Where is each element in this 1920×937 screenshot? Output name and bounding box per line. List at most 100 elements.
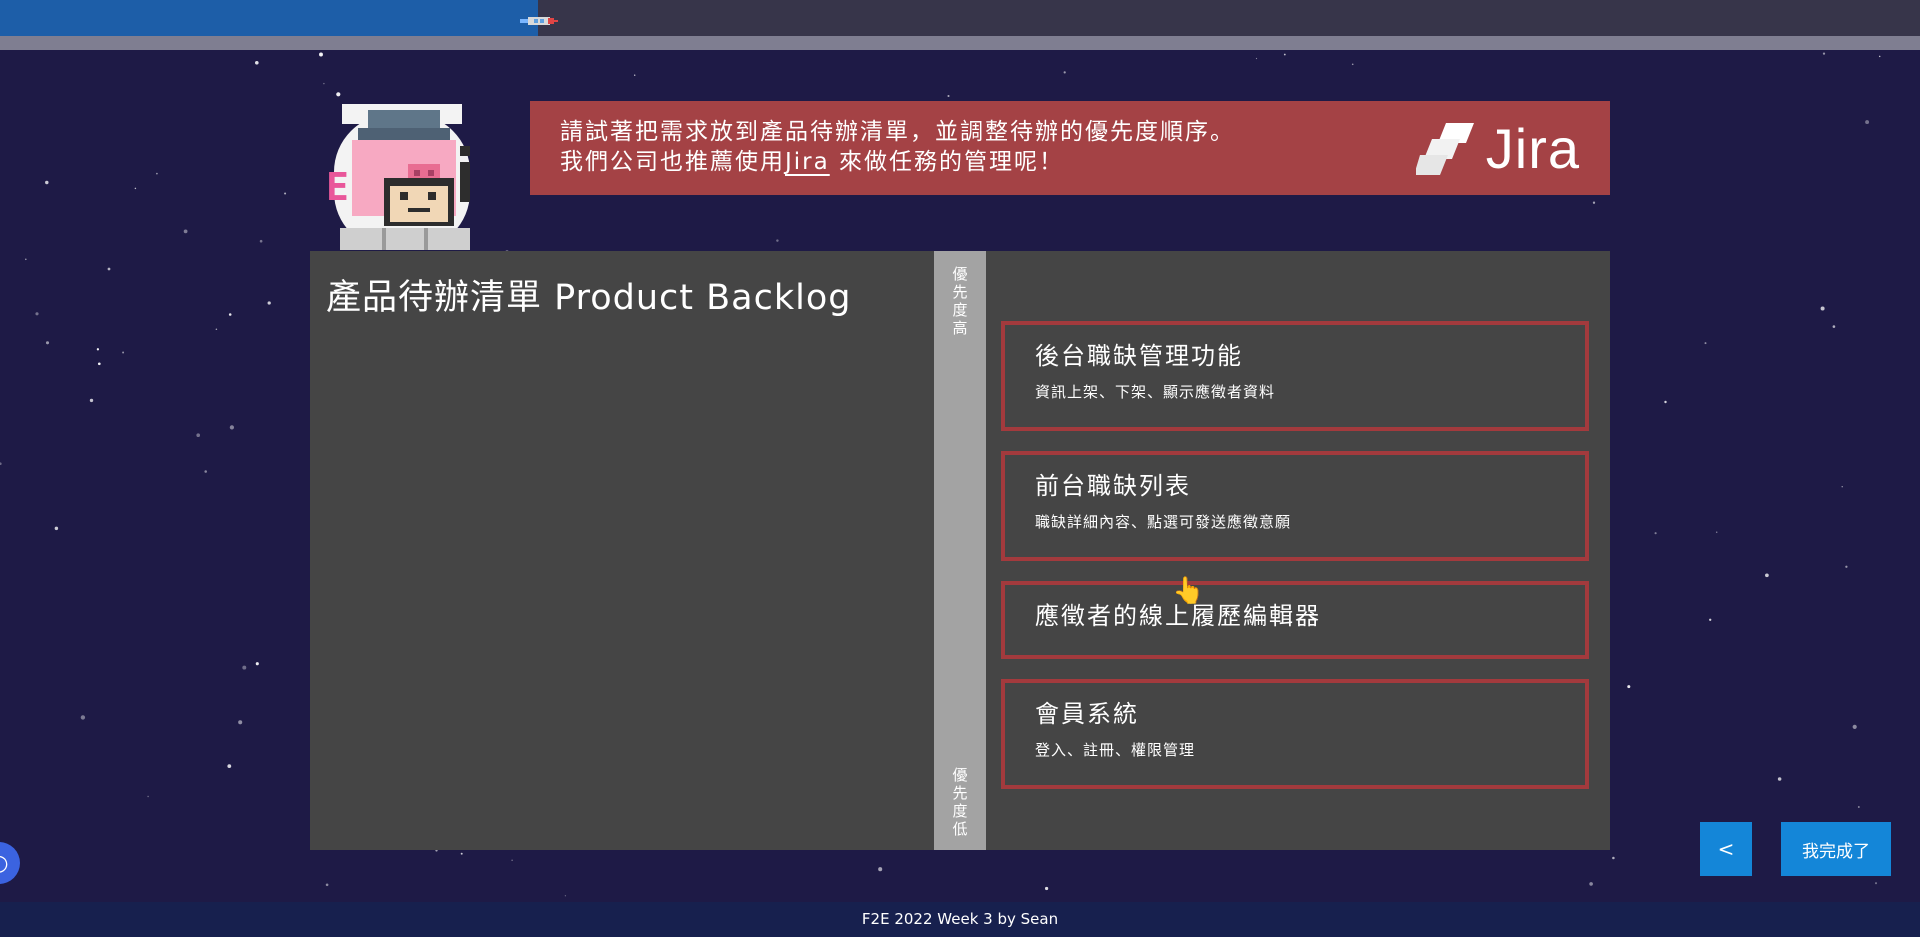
star [1283,53,1286,56]
banner-line-2-suffix: 來做任務的管理呢！ [829,149,1065,175]
star [323,82,325,85]
card-description: 資訊上架、下架、顯示應徵者資料 [1035,383,1276,401]
requirement-card[interactable]: 會員系統 登入、註冊、權限管理 [1001,679,1589,789]
previous-button[interactable]: < [1700,822,1752,876]
star [183,229,188,234]
help-widget-icon[interactable]: ◐ [0,842,20,884]
star [336,92,341,97]
star [255,61,259,65]
star [284,192,287,195]
star [1612,856,1615,860]
priority-low-char: 低 [952,820,968,838]
star [122,351,125,354]
star [776,239,779,242]
instruction-banner: 請試著把需求放到產品待辦清單，並調整待辦的優先度順序。 我們公司也推薦使用Jir… [530,101,1610,195]
priority-low-char: 度 [952,802,968,820]
backlog-board: 產品待辦清單 Product Backlog 優 先 度 高 優 先 度 低 後… [310,251,1610,850]
star [96,348,100,351]
star [1654,532,1657,535]
backlog-dropzone[interactable] [310,321,934,850]
avatar-badge-letter: E [326,165,349,209]
star [460,852,463,855]
priority-high-char: 優 [952,265,968,283]
star [1845,565,1848,568]
backlog-title: 產品待辦清單 Product Backlog [326,278,852,318]
requirement-card[interactable]: 應徵者的線上履歷編輯器 [1001,581,1589,659]
priority-high-char: 高 [952,319,968,337]
progress-fill [0,0,538,36]
star [1044,886,1049,891]
priority-low-char: 先 [952,784,968,802]
priority-low-label: 優 先 度 低 [934,766,986,838]
star [255,662,259,666]
star [1592,201,1596,204]
card-description: 職缺詳細內容、點選可發送應徵意願 [1035,513,1292,531]
star [1777,777,1782,781]
priority-high-char: 度 [952,301,968,319]
star [259,239,263,243]
star [229,425,235,430]
drag-hand-icon: 👆 [1172,576,1205,606]
star [1704,342,1707,345]
star [564,895,567,897]
priority-high-label: 優 先 度 高 [934,265,986,337]
star [947,94,950,98]
star [878,867,883,872]
star [1351,63,1354,66]
star [196,433,201,438]
star [238,720,243,725]
star [156,172,158,175]
star [267,301,271,305]
star [35,312,39,316]
priority-bar: 優 先 度 高 優 先 度 低 [934,251,986,850]
star [1832,325,1836,328]
footer-credit: F2E 2022 Week 3 by Sean [861,910,1059,928]
done-button[interactable]: 我完成了 [1781,822,1891,876]
card-title: 應徵者的線上履歷編輯器 [1035,602,1321,630]
star [1820,306,1825,311]
star [1822,52,1826,55]
star [1765,573,1769,578]
star [134,187,137,190]
card-title: 前台職缺列表 [1035,472,1191,500]
priority-high-char: 先 [952,283,968,301]
star [147,795,149,798]
star [1709,618,1712,621]
star [1852,724,1857,729]
star [1865,120,1870,125]
star [325,883,329,887]
star [1841,486,1843,488]
star [634,74,636,76]
requirement-card[interactable]: 前台職缺列表 職缺詳細內容、點選可發送應徵意願 [1001,451,1589,561]
rocket-icon [519,17,558,25]
star [97,362,101,366]
jira-logo: Jira [1415,117,1580,180]
star [227,764,232,768]
progress-strip [0,36,1920,50]
star [1715,531,1718,534]
star [25,258,27,261]
star [511,859,513,861]
star [1063,71,1066,74]
star [1878,55,1881,58]
star [204,470,207,473]
star [107,267,111,271]
card-title: 後台職缺管理功能 [1035,342,1243,370]
star [1664,400,1667,404]
requirement-card[interactable]: 後台職缺管理功能 資訊上架、下架、顯示應徵者資料 [1001,321,1589,431]
star [45,341,50,345]
star [80,715,86,720]
pig-astronaut-avatar: E [326,104,470,250]
card-description: 登入、註冊、權限管理 [1035,741,1196,759]
jira-link[interactable]: Jira [785,149,830,175]
star [242,665,247,670]
star [54,526,59,531]
star [0,462,2,466]
star [89,398,94,403]
star [215,328,218,331]
star [45,180,49,185]
star [1255,57,1258,60]
star [228,313,232,316]
star [1627,685,1631,689]
jira-logo-text: Jira [1485,117,1580,180]
